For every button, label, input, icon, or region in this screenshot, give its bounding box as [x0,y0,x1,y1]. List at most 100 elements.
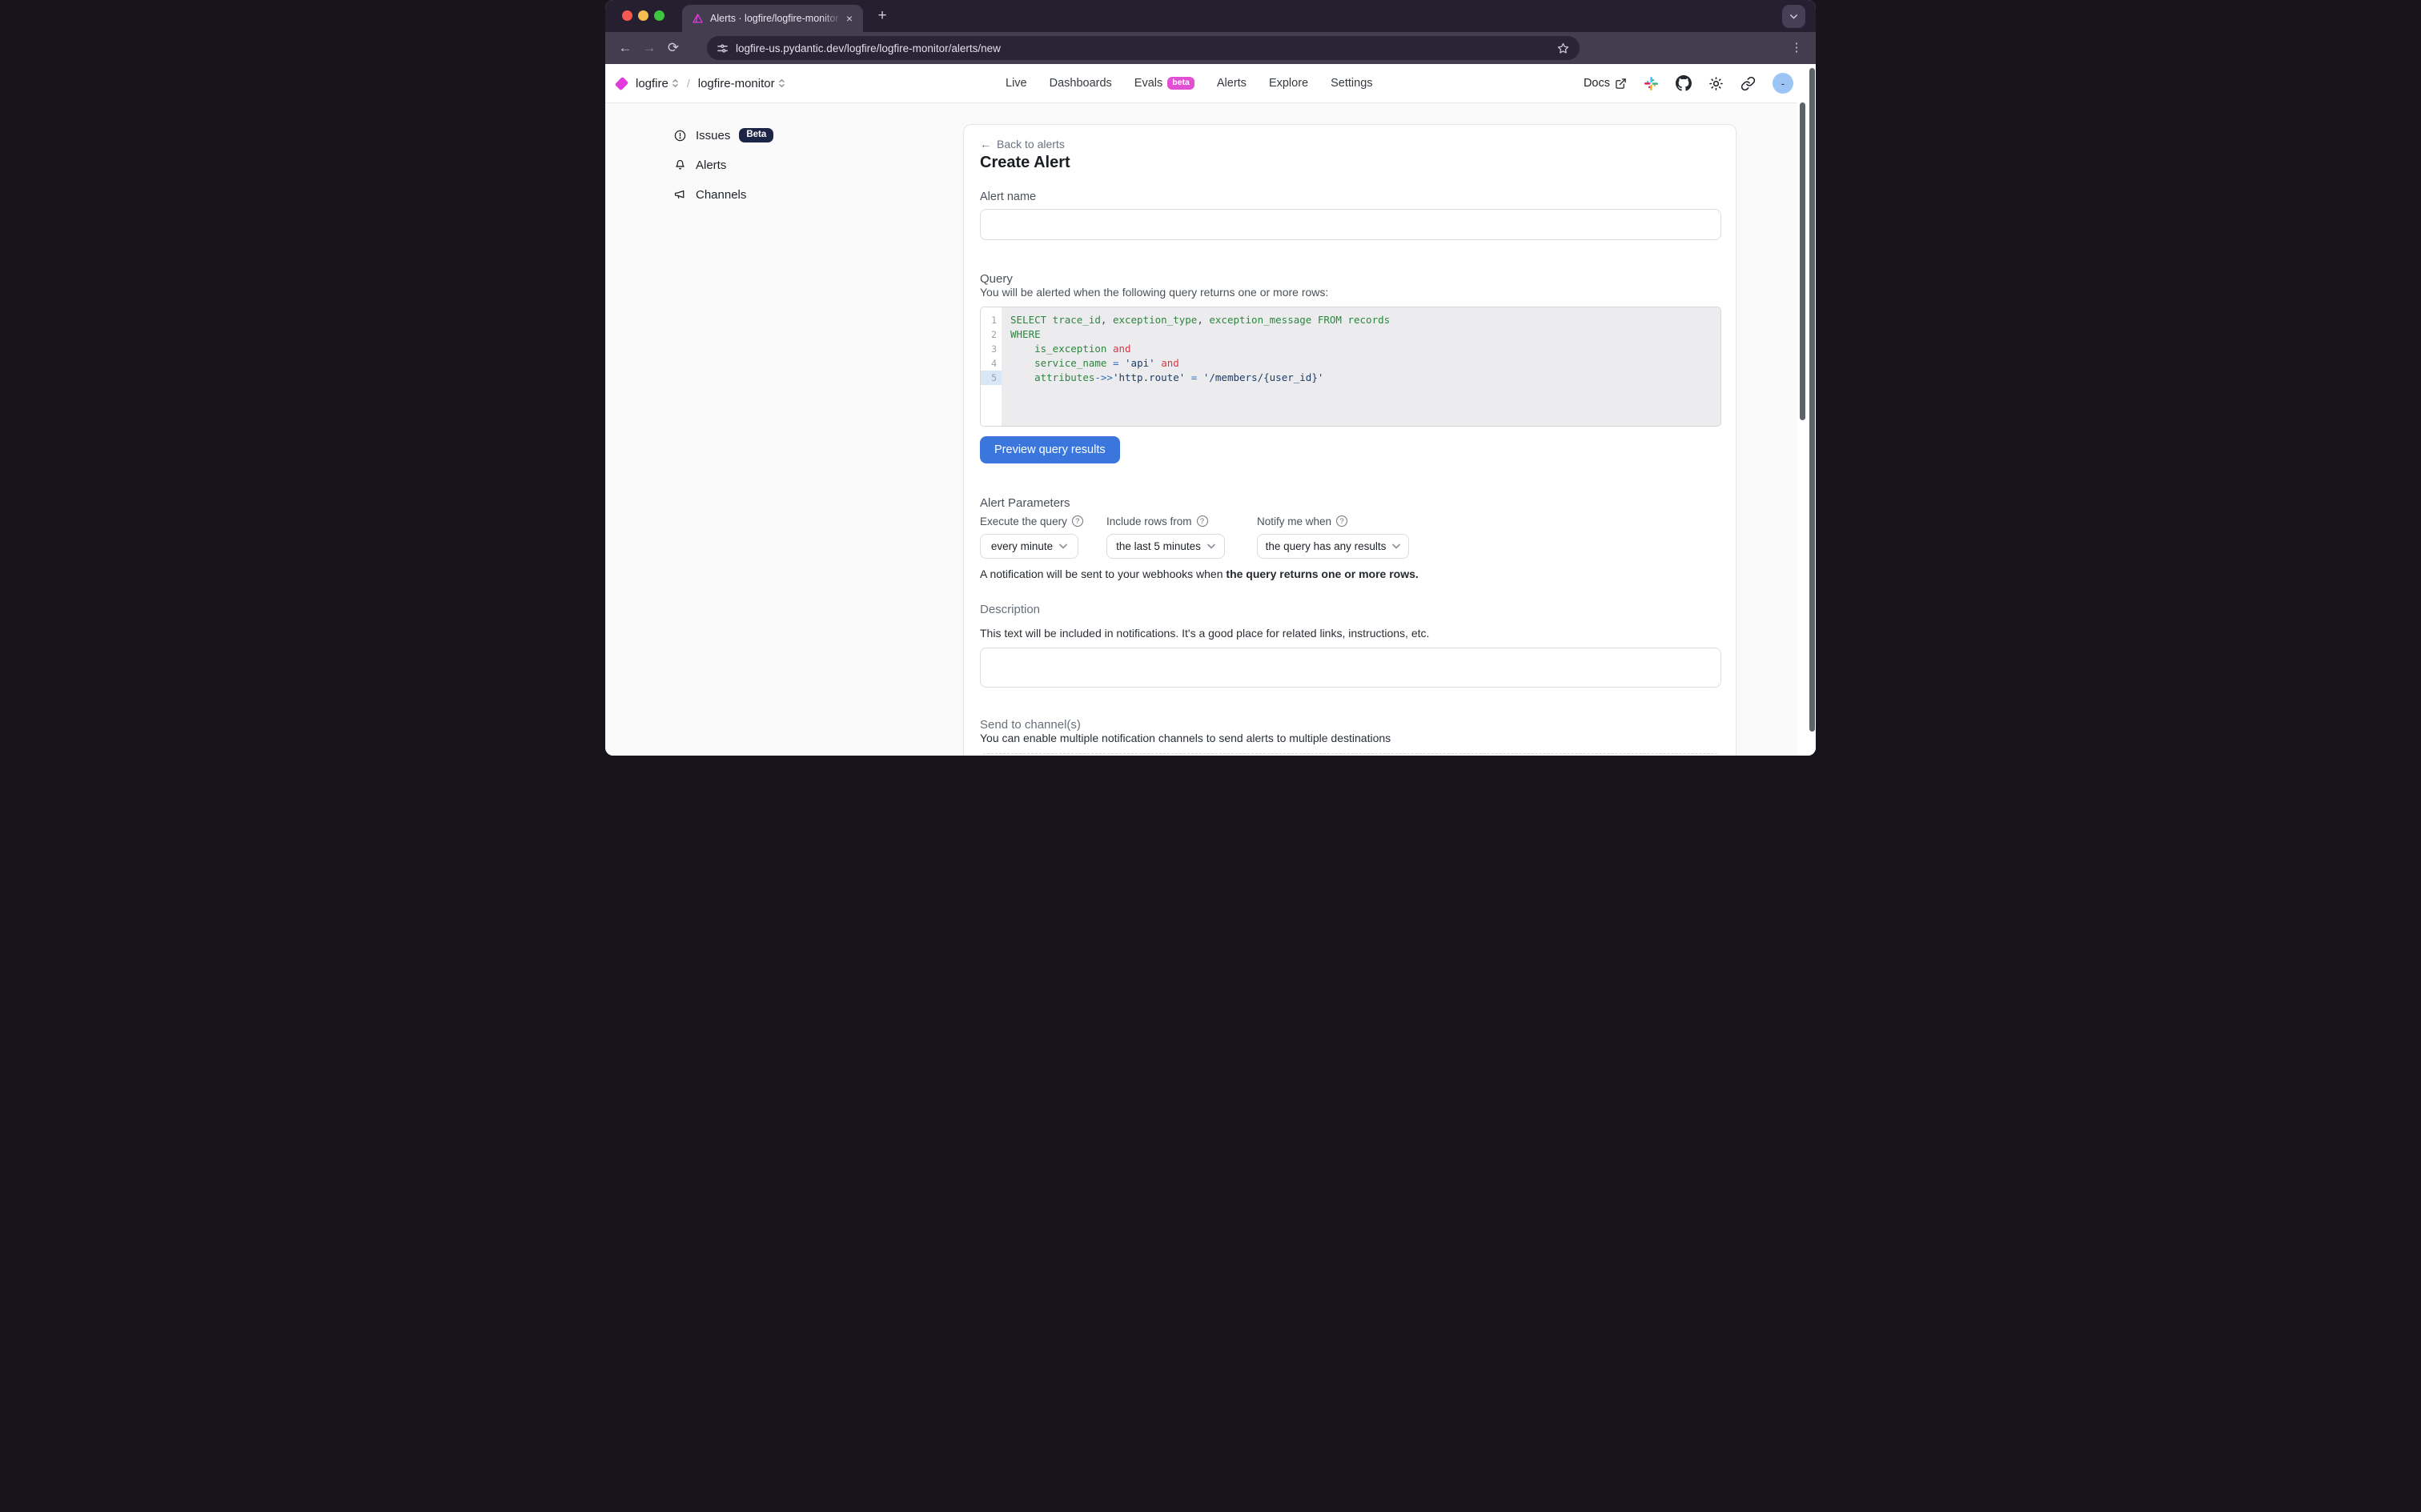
chevron-down-icon [1392,543,1400,549]
evals-beta-badge: beta [1167,77,1194,90]
field-label-text: Include rows from [1106,515,1192,527]
main-nav: Live Dashboards Evals beta Alerts Explor… [1006,64,1373,102]
note-bold: the query returns one or more rows. [1226,568,1418,580]
project-name: logfire-monitor [698,77,775,90]
page-title: Create Alert [980,154,1070,172]
docs-label: Docs [1584,77,1610,90]
slack-icon[interactable] [1644,76,1659,91]
field-label-text: Execute the query [980,515,1067,527]
help-question-icon[interactable]: ? [1197,515,1208,527]
nav-tab-explore[interactable]: Explore [1269,77,1308,90]
tab-title: Alerts · logfire/logfire-monitor [710,13,842,24]
nav-tab-live[interactable]: Live [1006,77,1027,90]
share-link-icon[interactable] [1740,76,1756,91]
description-textarea[interactable] [980,648,1721,688]
issue-badge-icon [673,129,687,142]
notify-when-label: Notify me when ? [1257,515,1409,527]
minimize-window-button[interactable] [638,10,648,21]
zoom-window-button[interactable] [654,10,664,21]
traffic-lights [622,10,664,21]
user-avatar[interactable]: - [1773,73,1793,94]
alerts-sidebar: Issues Beta Alerts Channels [673,126,773,203]
megaphone-icon [673,188,687,202]
field-label-text: Notify me when [1257,515,1331,527]
theme-toggle-sun-icon[interactable] [1708,76,1724,91]
alert-parameters-heading: Alert Parameters [980,496,1070,510]
issues-beta-badge: Beta [739,128,773,142]
chevron-updown-icon [778,78,785,88]
browser-menu-icon[interactable]: ⋮ [1789,40,1805,56]
description-help: This text will be included in notificati… [980,627,1429,640]
sidebar-item-issues[interactable]: Issues Beta [673,126,773,144]
back-to-alerts-link[interactable]: ← Back to alerts [980,138,1065,150]
execute-query-label: Execute the query ? [980,515,1083,527]
alert-name-label: Alert name [980,191,1036,203]
help-question-icon[interactable]: ? [1336,515,1347,527]
page-content: Issues Beta Alerts Channels ← Back to al… [605,103,1816,756]
code-gutter: 12345 [981,307,1002,426]
org-name: logfire [636,77,668,90]
execute-query-field: Execute the query ? every minute [980,515,1083,559]
org-switcher[interactable]: logfire [636,77,679,90]
back-to-alerts-label: Back to alerts [997,138,1065,150]
add-channel-box[interactable] [980,753,1721,756]
notify-when-field: Notify me when ? the query has any resul… [1257,515,1409,559]
page-scrollbar-thumb[interactable] [1809,68,1815,732]
notification-note: A notification will be sent to your webh… [980,568,1419,580]
sidebar-item-channels[interactable]: Channels [673,186,773,203]
browser-reload-button[interactable]: ⟳ [661,40,685,56]
description-heading: Description [980,603,1040,616]
tab-search-menu-button[interactable] [1782,5,1805,28]
address-bar[interactable]: logfire-us.pydantic.dev/logfire/logfire-… [707,36,1580,60]
browser-back-button[interactable]: ← [613,40,637,56]
notify-when-select[interactable]: the query has any results [1257,534,1409,559]
nav-tab-evals[interactable]: Evals beta [1134,77,1194,90]
docs-link[interactable]: Docs [1584,77,1627,90]
breadcrumb: logfire / logfire-monitor [617,64,785,102]
nav-tab-alerts[interactable]: Alerts [1217,77,1247,90]
external-link-icon [1615,78,1627,90]
sql-query-editor[interactable]: 12345 SELECT trace_id, exception_type, e… [980,307,1721,427]
create-alert-card: ← Back to alerts Create Alert Alert name… [963,124,1736,756]
browser-forward-button[interactable]: → [637,40,661,56]
arrow-left-icon: ← [980,138,991,150]
github-icon[interactable] [1676,75,1692,91]
bell-icon [673,158,687,172]
url-text: logfire-us.pydantic.dev/logfire/logfire-… [736,42,1556,54]
chevron-updown-icon [672,78,679,88]
alert-name-input[interactable] [980,209,1721,240]
close-window-button[interactable] [622,10,632,21]
query-heading: Query [980,272,1013,286]
header-actions: Docs - [1584,64,1793,102]
browser-tab[interactable]: Alerts · logfire/logfire-monitor × [682,5,863,32]
include-rows-select[interactable]: the last 5 minutes [1106,534,1225,559]
channels-help: You can enable multiple notification cha… [980,732,1391,744]
bookmark-star-icon[interactable] [1556,42,1570,55]
code-lines[interactable]: SELECT trace_id, exception_type, excepti… [1002,307,1720,426]
preview-query-results-button[interactable]: Preview query results [980,436,1120,463]
include-rows-field: Include rows from ? the last 5 minutes [1106,515,1225,559]
scrollbar-track [1797,64,1816,756]
site-settings-icon[interactable] [717,42,729,54]
browser-toolbar: ← → ⟳ logfire-us.pydantic.dev/logfire/lo… [605,32,1816,64]
select-value: every minute [991,540,1053,552]
tab-close-icon[interactable]: × [842,11,857,26]
new-tab-button[interactable]: + [873,7,892,26]
project-switcher[interactable]: logfire-monitor [698,77,785,90]
nav-tab-settings[interactable]: Settings [1331,77,1372,90]
help-question-icon[interactable]: ? [1072,515,1083,527]
query-subtitle: You will be alerted when the following q… [980,286,1328,299]
app-header: logfire / logfire-monitor Live Dashboard… [605,64,1816,103]
sidebar-item-label: Issues [696,129,730,142]
include-rows-label: Include rows from ? [1106,515,1225,527]
sidebar-item-alerts[interactable]: Alerts [673,156,773,174]
select-value: the last 5 minutes [1116,540,1201,552]
channels-heading: Send to channel(s) [980,718,1081,732]
chevron-down-icon [1207,543,1215,549]
note-prefix: A notification will be sent to your webh… [980,568,1226,580]
select-value: the query has any results [1266,540,1387,552]
execute-query-select[interactable]: every minute [980,534,1078,559]
chevron-down-icon [1789,11,1799,22]
inner-scrollbar-thumb[interactable] [1800,102,1805,420]
nav-tab-dashboards[interactable]: Dashboards [1050,77,1112,90]
